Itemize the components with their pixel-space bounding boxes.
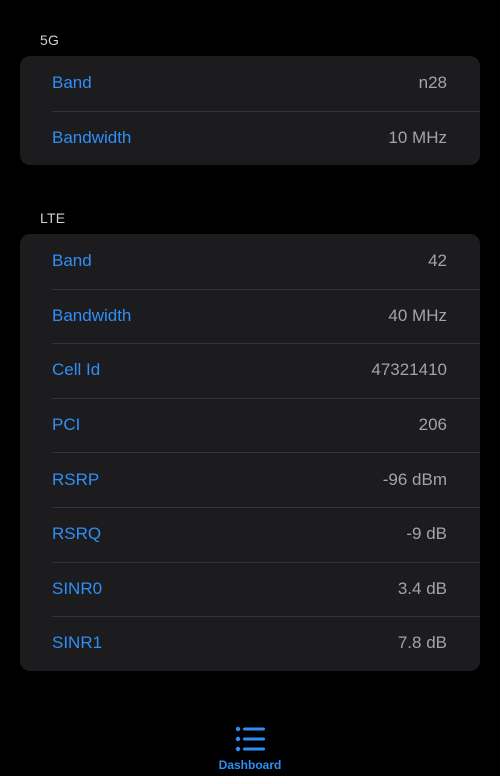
row-label: RSRP [52,469,100,489]
list-icon [235,726,265,752]
row-label: Band [52,251,92,271]
row-label: Bandwidth [52,305,132,325]
row-label: Bandwidth [52,127,132,147]
row-label: PCI [52,415,81,435]
card-lte: Band 42 Bandwidth 40 MHz Cell Id 4732141… [20,234,480,671]
row-label: SINR0 [52,578,103,598]
section-header-lte: LTE [40,210,66,226]
row-5g-bandwidth: Bandwidth 10 MHz [20,110,480,166]
row-lte-sinr1: SINR1 7.8 dB [20,616,480,671]
row-value: 40 MHz [388,305,447,325]
tab-dashboard[interactable]: Dashboard [205,712,295,776]
row-label: Cell Id [52,360,101,380]
row-label: RSRQ [52,524,102,544]
row-value: -96 dBm [382,469,447,489]
row-lte-pci: PCI 206 [20,397,480,453]
row-lte-rsrp: RSRP -96 dBm [20,452,480,507]
tab-bar: Dashboard [0,712,500,776]
row-label: Band [52,73,92,93]
row-value: 42 [428,251,447,271]
row-value: 3.4 dB [397,578,447,598]
row-lte-bandwidth: Bandwidth 40 MHz [20,288,480,344]
row-lte-sinr0: SINR0 3.4 dB [20,561,480,617]
row-value: 7.8 dB [397,633,447,653]
tab-dashboard-label: Dashboard [218,758,282,772]
row-value: 10 MHz [388,127,447,147]
row-5g-band: Band n28 [20,56,480,111]
row-lte-band: Band 42 [20,234,480,289]
row-lte-cell-id: Cell Id 47321410 [20,343,480,398]
card-5g: Band n28 Bandwidth 10 MHz [20,56,480,166]
row-label: SINR1 [52,633,103,653]
row-value: n28 [418,73,447,93]
row-lte-rsrq: RSRQ -9 dB [20,506,480,562]
row-value: 206 [418,415,447,435]
section-header-5g: 5G [40,32,60,48]
row-value: -9 dB [406,524,447,544]
row-value: 47321410 [371,360,447,380]
